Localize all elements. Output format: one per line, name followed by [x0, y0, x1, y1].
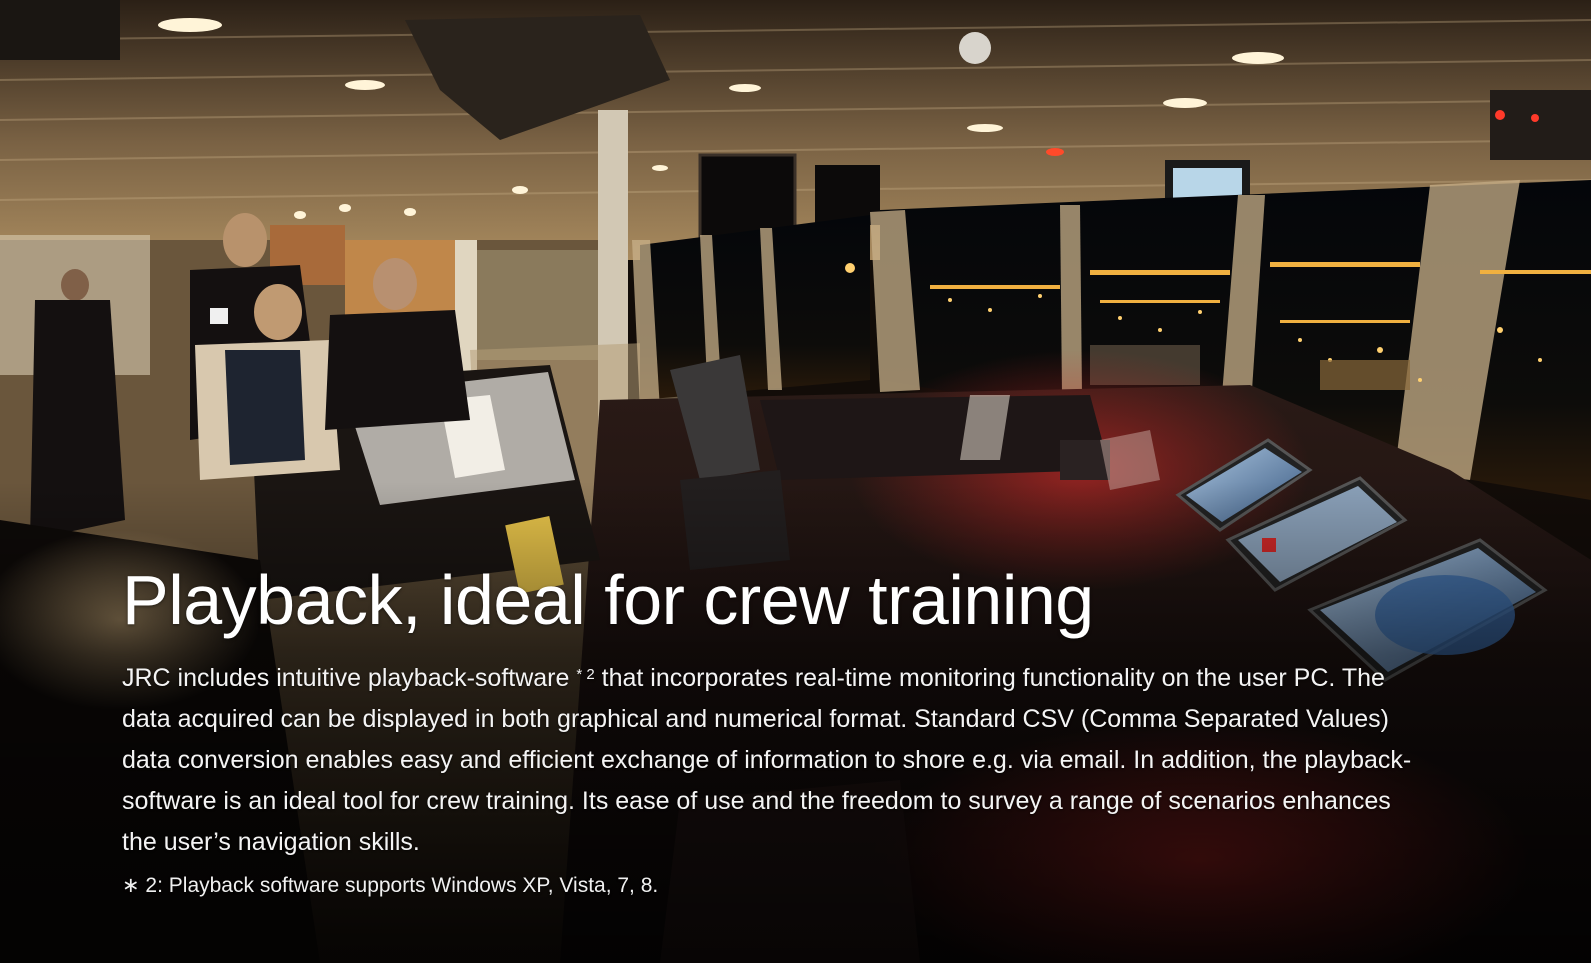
article-text-block: Playback, ideal for crew training JRC in… [122, 560, 1422, 901]
footnote-marker: * 2 [576, 666, 595, 683]
body-intro: JRC includes intuitive playback-software [122, 664, 577, 692]
footnote: ∗ 2: Playback software supports Windows … [122, 874, 659, 897]
body-main: that incorporates real-time monitoring f… [122, 664, 1412, 856]
body-paragraph: JRC includes intuitive playback-software… [122, 658, 1422, 863]
headline: Playback, ideal for crew training [122, 561, 1094, 639]
